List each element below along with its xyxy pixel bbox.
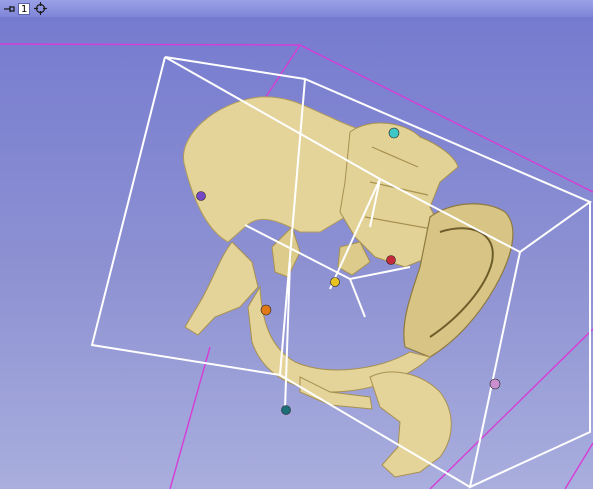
markup-point-cyan	[388, 127, 400, 139]
right-femur	[369, 371, 452, 478]
view-index-label[interactable]: 1	[18, 2, 31, 15]
bounding-box	[90, 56, 593, 489]
pin-icon[interactable]	[3, 3, 15, 15]
markup-point-teal	[281, 405, 291, 415]
markup-point-pink	[489, 378, 501, 390]
markup-point-yellow	[330, 277, 340, 287]
3d-view[interactable]	[0, 17, 593, 489]
markup-point-orange	[260, 304, 272, 316]
markup-point-purple	[196, 191, 206, 201]
markup-point-red	[386, 255, 396, 265]
view-controller-bar: 1	[0, 0, 593, 17]
3d-scene	[0, 43, 593, 489]
left-femur	[184, 241, 259, 336]
pelvis-model	[183, 96, 514, 478]
crosshair-icon[interactable]	[33, 2, 47, 16]
